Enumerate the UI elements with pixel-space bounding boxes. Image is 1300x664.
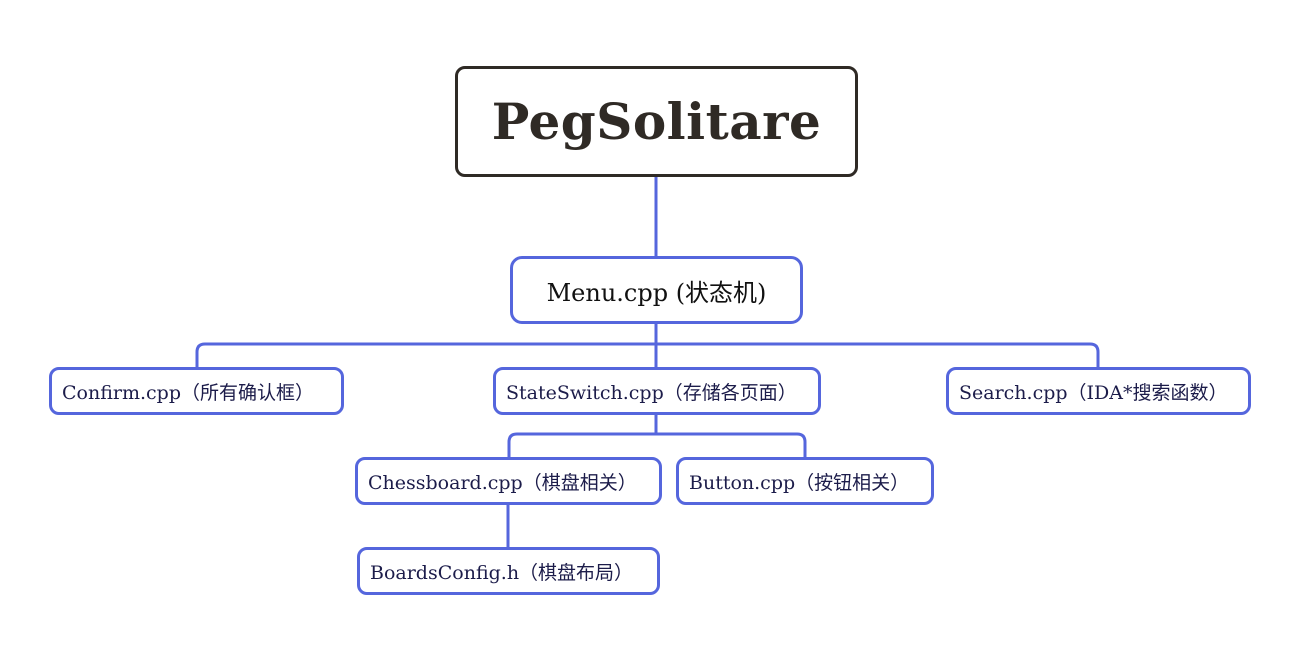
confirm-label: Confirm.cpp（所有确认框） [62, 381, 314, 404]
boardsconfig-label: BoardsConfig.h（棋盘布局） [370, 561, 634, 584]
search-node: Search.cpp（IDA*搜索函数） [946, 367, 1251, 415]
root-node: PegSolitare [455, 66, 858, 177]
stateswitch-node: StateSwitch.cpp（存储各页面） [493, 367, 821, 415]
menu-node: Menu.cpp (状态机) [510, 256, 803, 324]
search-label: Search.cpp（IDA*搜索函数） [959, 381, 1228, 404]
root-label: PegSolitare [491, 92, 822, 151]
confirm-node: Confirm.cpp（所有确认框） [49, 367, 344, 415]
boardsconfig-node: BoardsConfig.h（棋盘布局） [357, 547, 660, 595]
stateswitch-label: StateSwitch.cpp（存储各页面） [506, 381, 797, 404]
edge-stateswitch-branches [507, 432, 807, 459]
menu-label: Menu.cpp (状态机) [546, 278, 767, 307]
button-node: Button.cpp（按钮相关） [676, 457, 934, 505]
chessboard-label: Chessboard.cpp（棋盘相关） [368, 471, 637, 494]
button-label: Button.cpp（按钮相关） [689, 471, 910, 494]
edge-menu-branches [195, 342, 1100, 369]
chessboard-node: Chessboard.cpp（棋盘相关） [355, 457, 662, 505]
